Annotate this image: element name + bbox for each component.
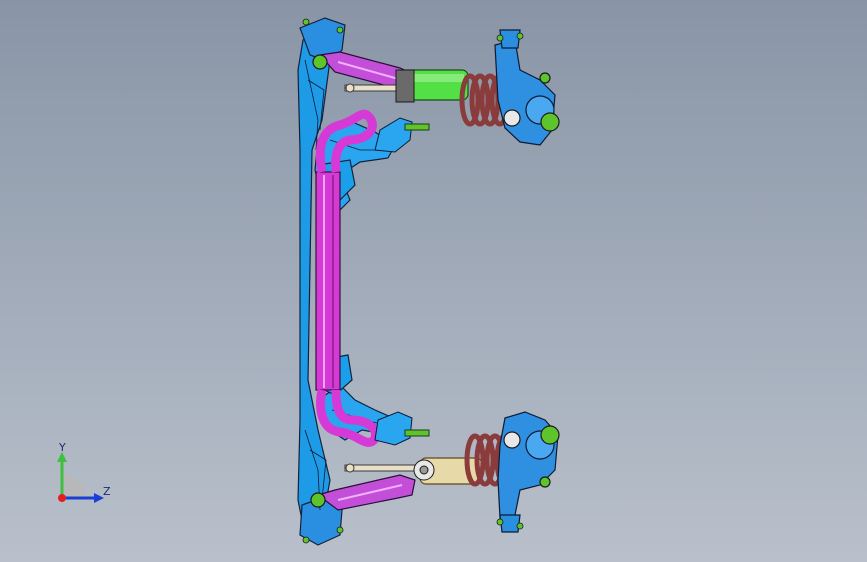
upper-damper: [395, 69, 469, 103]
axis-y-label: Y: [59, 441, 66, 454]
triad-icon: [57, 452, 104, 503]
coordinate-triad: Y Z: [40, 438, 120, 518]
lower-knuckle: [497, 411, 560, 533]
upper-link: [374, 117, 430, 153]
origin-dot: [58, 494, 66, 502]
upper-knuckle: [494, 29, 560, 146]
cad-viewport[interactable]: Y Z: [0, 0, 867, 562]
suspension-model[interactable]: [0, 0, 867, 562]
axis-z-label: Z: [103, 485, 111, 498]
